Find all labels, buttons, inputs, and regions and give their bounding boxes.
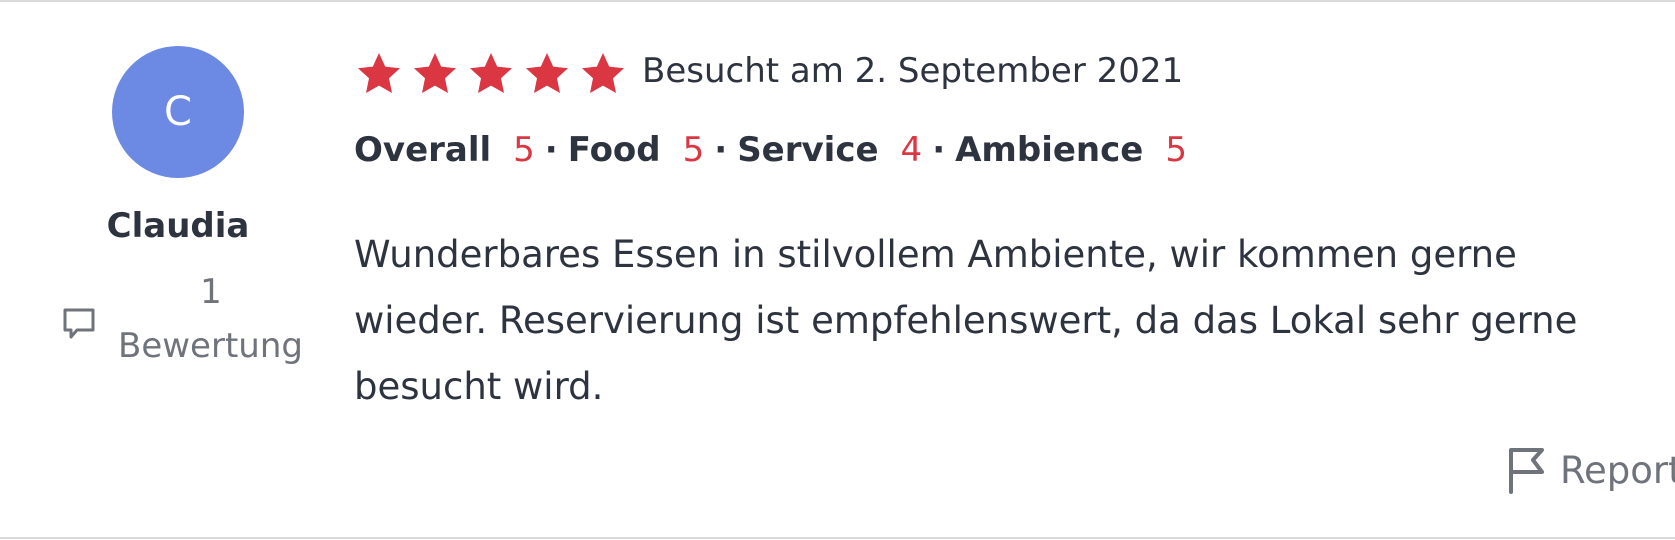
food-label: Food bbox=[567, 130, 661, 170]
food-value: 5 bbox=[682, 130, 705, 170]
service-label: Service bbox=[737, 130, 879, 170]
rating-breakdown: Overall 5 · Food 5 · Service 4 · Ambience 5 bbox=[354, 130, 1187, 170]
star-icon bbox=[414, 53, 456, 93]
avatar-initial: C bbox=[164, 89, 192, 135]
overall-label: Overall bbox=[354, 130, 492, 170]
star-icon bbox=[470, 53, 512, 93]
review-text: Wunderbares Essen in stilvollem Ambiente… bbox=[354, 233, 1578, 408]
avatar: C bbox=[112, 46, 244, 178]
separator: · bbox=[714, 130, 728, 170]
review-count-label: Bewertung bbox=[118, 326, 303, 366]
separator: · bbox=[544, 130, 558, 170]
flag-icon bbox=[1509, 448, 1544, 494]
bottom-divider bbox=[0, 537, 1675, 539]
star-icon bbox=[358, 53, 400, 93]
overall-value: 5 bbox=[513, 130, 535, 170]
top-divider bbox=[0, 0, 1675, 2]
star-icon bbox=[526, 53, 568, 93]
star-icon bbox=[582, 53, 624, 93]
star-rating bbox=[354, 50, 628, 98]
separator: · bbox=[932, 130, 946, 170]
report-label: Report bbox=[1560, 448, 1675, 492]
speech-bubble-icon bbox=[63, 308, 95, 339]
reviewer-name: Claudia bbox=[106, 206, 250, 246]
ambience-label: Ambience bbox=[955, 130, 1144, 170]
ambience-value: 5 bbox=[1165, 130, 1187, 170]
report-button[interactable]: Report bbox=[1506, 445, 1675, 495]
service-value: 4 bbox=[900, 130, 923, 170]
visit-date: Besucht am 2. September 2021 bbox=[642, 51, 1184, 91]
review-count: 1 bbox=[200, 272, 222, 312]
